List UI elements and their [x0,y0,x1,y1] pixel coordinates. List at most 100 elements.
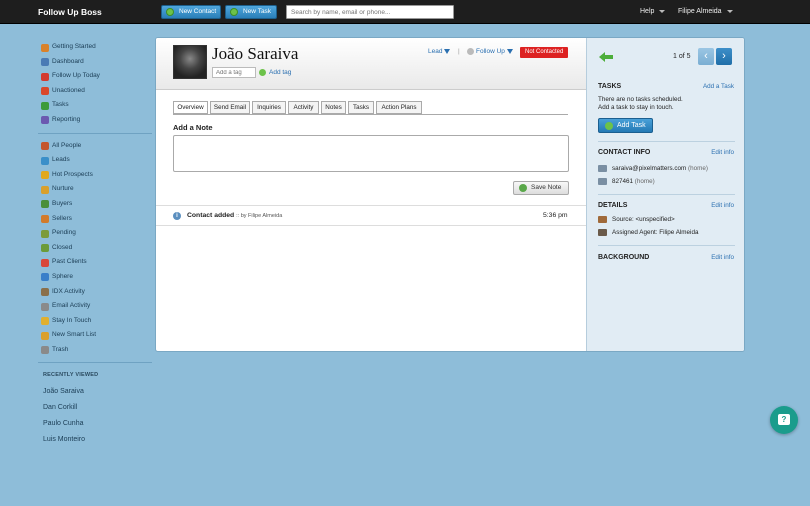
sidebar-item-follow-up-today[interactable]: Follow Up Today [38,69,152,84]
sidebar-item-label: Getting Started [52,43,96,50]
target-icon [41,72,49,81]
sidebar-item-reporting[interactable]: Reporting [38,113,152,128]
note-textarea[interactable] [173,135,569,172]
chevron-down-icon [726,9,733,13]
check-icon [519,184,527,192]
sidebar-item-all-people[interactable]: All People [38,139,152,154]
add-task-label: Add Task [617,122,646,129]
sidebar-item-label: New Smart List [52,331,97,339]
recent-contact-link[interactable]: João Saraiva [38,384,152,400]
sidebar-item-getting-started[interactable]: Getting Started [38,40,152,55]
agent-value: Assigned Agent: Filipe Almeida [612,229,699,236]
star-icon [41,171,49,180]
follow-up-label: Follow Up [476,48,505,55]
email-item[interactable]: saraiva@pixelmatters.com (home) [598,165,708,172]
sidebar-item-closed[interactable]: Closed [38,241,152,256]
sidebar-item-label: Reporting [52,115,81,123]
add-task-button[interactable]: Add Task [598,118,653,133]
phone-icon [598,178,607,185]
sidebar-item-nurture[interactable]: Nurture [38,182,152,197]
follow-up-dropdown[interactable]: Follow Up [467,48,513,55]
sidebar-item-past-clients[interactable]: Past Clients [38,255,152,270]
status-badge[interactable]: Not Contacted [520,47,569,58]
help-menu[interactable]: Help [640,8,666,15]
sidebar-item-unactioned[interactable]: Unactioned [38,84,152,99]
sidebar-item-pending[interactable]: Pending [38,226,152,241]
contact-card: João Saraiva Add tag Lead | Follow Up No… [155,37,745,352]
sidebar-item-trash[interactable]: Trash [38,343,152,358]
sidebar-item-tasks[interactable]: Tasks [38,98,152,113]
tab-notes[interactable]: Notes [321,101,346,114]
add-task-link[interactable]: Add a Task [703,83,734,90]
new-task-button[interactable]: New Task [225,5,277,19]
phone-item[interactable]: 827461 (home) [598,178,655,185]
plus-icon [259,69,266,76]
closed-icon [41,244,49,253]
sidebar-item-label: Tasks [52,101,69,109]
edit-details-link[interactable]: Edit info [711,202,734,209]
sidebar-item-label: Closed [52,243,73,251]
recent-contact-link[interactable]: Luis Monteiro [38,432,152,448]
sidebar-item-email-activity[interactable]: Email Activity [38,299,152,314]
plus-icon [605,122,613,130]
divider [598,141,735,142]
new-contact-button[interactable]: New Contact [161,5,221,19]
car-icon [41,200,49,209]
sidebar-item-label: Past Clients [52,258,87,266]
source-value: Source: <unspecified> [612,216,675,223]
edit-contact-info-link[interactable]: Edit info [711,149,734,156]
no-tasks-hint: Add a task to stay in touch. [598,104,674,111]
contact-header: João Saraiva Add tag Lead | Follow Up No… [156,38,586,90]
sidebar-item-buyers[interactable]: Buyers [38,197,152,212]
sidebar-group-main: Getting Started Dashboard Follow Up Today U… [38,40,152,128]
sidebar-item-new-smart-list[interactable]: New Smart List [38,328,152,343]
recent-contact-link[interactable]: Paulo Cunha [38,416,152,432]
avatar[interactable] [173,45,207,79]
sidebar-item-label: Unactioned [52,86,85,94]
stage-label: Lead [428,48,443,55]
details-title: DETAILS [598,202,628,209]
edit-background-link[interactable]: Edit info [711,254,734,261]
contact-name[interactable]: João Saraiva [212,44,298,64]
user-menu[interactable]: Filipe Almeida [678,8,733,15]
sidebar-item-sellers[interactable]: Sellers [38,212,152,227]
sidebar-item-label: Trash [52,345,69,353]
tag-input[interactable] [212,67,256,78]
sidebar-item-dashboard[interactable]: Dashboard [38,55,152,70]
sidebar-item-hot-prospects[interactable]: Hot Prospects [38,168,152,183]
phone-value: 827461 [612,178,634,185]
smart-list-icon [41,331,49,340]
next-contact-button[interactable]: › [716,48,732,65]
back-arrow-icon[interactable] [599,52,613,62]
tab-activity[interactable]: Activity [288,101,319,114]
caret-down-icon [444,48,451,54]
recent-contact-link[interactable]: Dan Corkill [38,400,152,416]
save-note-button[interactable]: Save Note [513,181,569,195]
contact-info-title: CONTACT INFO [598,149,651,156]
stage-dropdown[interactable]: Lead [420,48,451,55]
tab-action-plans[interactable]: Action Plans [376,101,422,114]
plus-icon [166,8,174,16]
chat-icon [41,317,49,326]
sidebar-item-leads[interactable]: Leads [38,153,152,168]
chart-icon [41,116,49,125]
tab-overview[interactable]: Overview [173,101,208,114]
sidebar-item-sphere[interactable]: Sphere [38,270,152,285]
add-tag-button[interactable]: Add tag [259,69,291,76]
lead-icon [41,156,49,165]
email-type: (home) [688,165,708,172]
activity-time: 5:36 pm [543,212,568,219]
save-note-label: Save Note [531,184,562,191]
sidebar-item-stay-in-touch[interactable]: Stay In Touch [38,314,152,329]
sidebar-item-label: Buyers [52,199,73,207]
tab-tasks[interactable]: Tasks [348,101,374,114]
brand-logo[interactable]: Follow Up Boss [38,7,102,17]
sidebar-item-idx-activity[interactable]: IDX Activity [38,285,152,300]
sidebar-divider [38,362,152,364]
search-input[interactable] [286,5,454,19]
tab-inquiries[interactable]: Inquiries [252,101,286,114]
divider [598,245,735,246]
help-chat-button[interactable]: ? [770,406,798,434]
previous-contact-button[interactable]: ‹ [698,48,714,65]
tab-send-email[interactable]: Send Email [210,101,250,114]
